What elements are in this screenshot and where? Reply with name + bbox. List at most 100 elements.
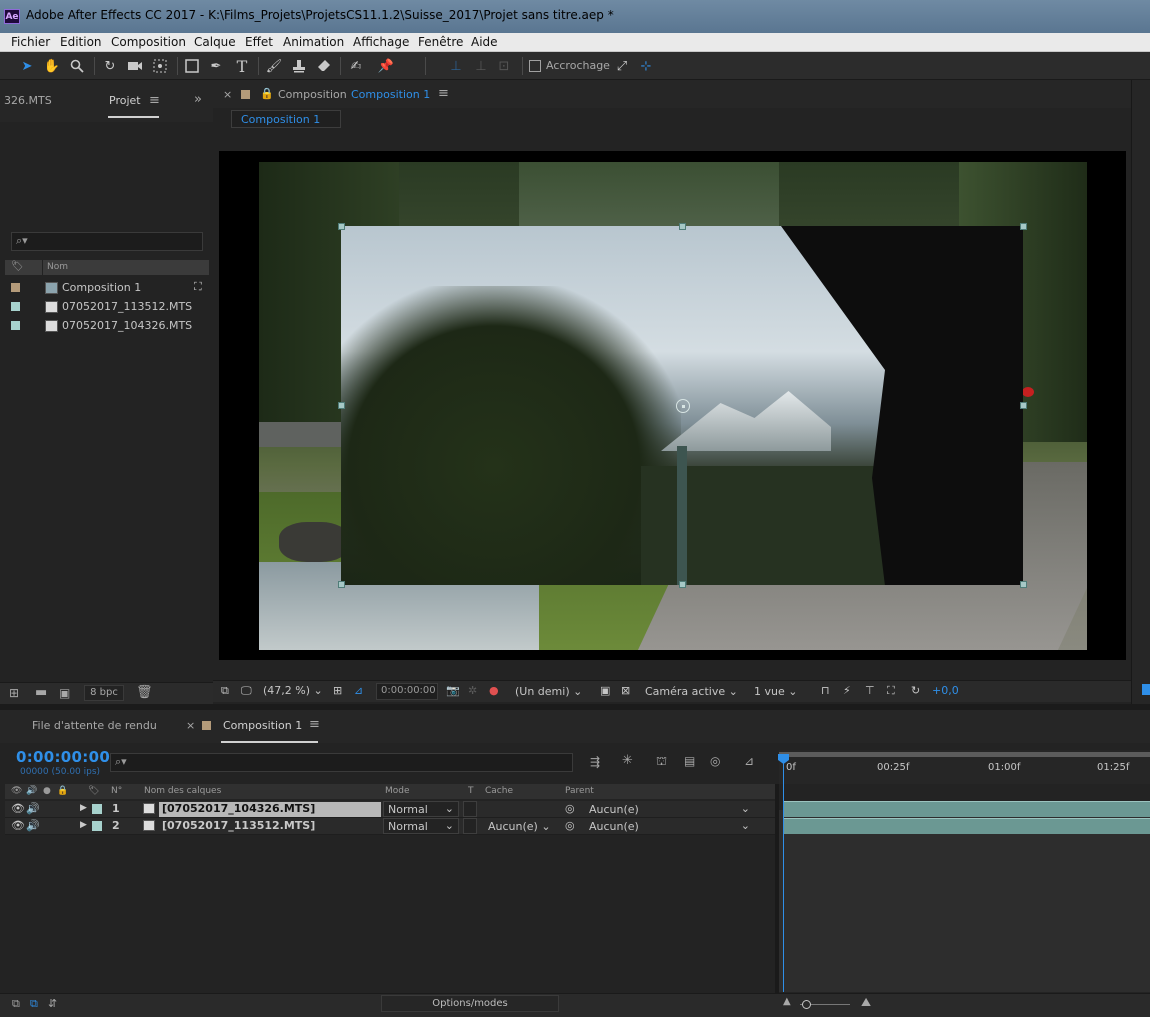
- video-switch-icon[interactable]: 👁: [11, 786, 22, 796]
- layer-label-swatch[interactable]: [92, 804, 102, 814]
- zoom-tool-icon[interactable]: [67, 56, 87, 76]
- views-dropdown[interactable]: 1 vue ⌄: [749, 683, 817, 700]
- world-axis-icon[interactable]: ⊥: [471, 56, 491, 76]
- toggle-pixel-icon[interactable]: ⊓: [821, 684, 830, 700]
- project-search-input[interactable]: ⌕▾: [11, 232, 203, 251]
- flowchart-icon[interactable]: ⛶: [194, 280, 202, 294]
- menu-composition[interactable]: Composition: [111, 35, 186, 49]
- preserve-transparency-checkbox[interactable]: [463, 818, 477, 834]
- rectangle-tool-icon[interactable]: [182, 56, 202, 76]
- menu-edition[interactable]: Edition: [60, 35, 102, 49]
- flowchart-icon[interactable]: ⛶: [887, 684, 895, 700]
- bit-depth-button[interactable]: 8 bpc: [84, 685, 124, 701]
- options-modes-toggle[interactable]: Options/modes: [381, 995, 559, 1012]
- transform-handle[interactable]: [338, 402, 345, 409]
- zoom-in-icon[interactable]: ⛰: [861, 995, 871, 1010]
- timeline-icon[interactable]: ⊤: [865, 684, 875, 700]
- interpret-footage-icon[interactable]: ⊞: [9, 686, 19, 700]
- label-column-icon[interactable]: 🏷: [88, 786, 99, 796]
- layer-duration-bar[interactable]: [784, 801, 1150, 817]
- layer-label-swatch[interactable]: [92, 821, 102, 831]
- parent-column-header[interactable]: Parent: [565, 786, 594, 796]
- motion-blur-icon[interactable]: ◎: [710, 754, 720, 768]
- preserve-transparency-checkbox[interactable]: [463, 801, 477, 817]
- resolution-dropdown[interactable]: (Un demi) ⌄: [510, 683, 588, 700]
- transfer-controls-icon[interactable]: ⧉: [30, 997, 38, 1011]
- composition-canvas[interactable]: [219, 151, 1126, 660]
- viewer-tab-composition[interactable]: Composition 1: [351, 88, 430, 101]
- close-tab-icon[interactable]: ×: [186, 719, 195, 732]
- video-eye-icon[interactable]: 👁: [11, 802, 25, 815]
- snapping-checkbox[interactable]: [529, 60, 541, 72]
- snap-options-icon[interactable]: ⤢: [612, 56, 632, 76]
- panel-indicator[interactable]: [1142, 684, 1150, 695]
- track-matte-dropdown[interactable]: Aucun(e) ⌄: [483, 818, 555, 834]
- region-of-interest-icon[interactable]: ▣: [600, 684, 610, 700]
- safe-areas-icon[interactable]: ⊞: [333, 684, 342, 700]
- text-tool-icon[interactable]: T: [232, 56, 252, 76]
- layer-switches-icon[interactable]: ⧉: [12, 997, 20, 1011]
- blend-mode-dropdown[interactable]: Normal ⌄: [383, 818, 459, 834]
- current-time-display[interactable]: 0:00:00:00: [16, 748, 110, 766]
- expand-panels-icon[interactable]: »: [194, 92, 202, 107]
- selection-tool-icon[interactable]: ➤: [17, 56, 37, 76]
- render-queue-tab[interactable]: File d'attente de rendu: [32, 719, 157, 732]
- exposure-value[interactable]: +0,0: [932, 684, 959, 700]
- menu-aide[interactable]: Aide: [471, 35, 498, 49]
- transparency-grid-icon[interactable]: ⊠: [621, 684, 630, 700]
- monitor-icon[interactable]: 🖵: [241, 684, 252, 700]
- menu-animation[interactable]: Animation: [283, 35, 344, 49]
- in-out-icon[interactable]: ⇵: [48, 997, 57, 1010]
- project-item-footage[interactable]: 07052017_113512.MTS: [0, 298, 213, 316]
- snap-features-icon[interactable]: ⊹: [636, 56, 656, 76]
- draft-3d-icon[interactable]: ✳: [622, 753, 633, 768]
- pen-tool-icon[interactable]: ✒: [206, 56, 226, 76]
- pickwhip-icon[interactable]: ◎: [565, 802, 575, 815]
- menu-fichier[interactable]: Fichier: [11, 35, 50, 49]
- menu-effet[interactable]: Effet: [245, 35, 273, 49]
- layer-duration-bar[interactable]: [784, 818, 1150, 834]
- solo-switch-icon[interactable]: ●: [43, 786, 51, 796]
- view-axis-icon[interactable]: ⊡: [494, 56, 514, 76]
- viewer-timecode[interactable]: 0:00:00:00: [376, 683, 438, 700]
- new-composition-icon[interactable]: ▣: [59, 686, 70, 700]
- close-tab-icon[interactable]: ×: [223, 88, 232, 101]
- transform-handle[interactable]: [1020, 223, 1027, 230]
- parent-dropdown[interactable]: Aucun(e) ⌄: [584, 801, 755, 817]
- layer-search-input[interactable]: ⌕▾: [110, 753, 573, 772]
- reset-exposure-icon[interactable]: ↻: [911, 684, 920, 700]
- camera-dropdown[interactable]: Caméra active ⌄: [640, 683, 744, 700]
- color-channels-icon[interactable]: ●: [489, 684, 499, 700]
- name-column-header[interactable]: Nom: [47, 262, 68, 272]
- zoom-slider-thumb[interactable]: [802, 1000, 811, 1009]
- menu-calque[interactable]: Calque: [194, 35, 236, 49]
- zoom-dropdown[interactable]: (47,2 %) ⌄: [263, 684, 323, 700]
- transform-handle[interactable]: [1020, 402, 1027, 409]
- roto-brush-tool-icon[interactable]: ✍: [346, 56, 366, 76]
- shy-layers-icon[interactable]: ⛫: [656, 754, 667, 770]
- transform-handle[interactable]: [338, 581, 345, 588]
- layer-row[interactable]: 👁 🔊 ▶ 2 [07052017_113512.MTS] Normal ⌄ Au…: [5, 818, 775, 835]
- mode-column-header[interactable]: Mode: [385, 786, 410, 796]
- timeline-comp-tab[interactable]: Composition 1: [223, 719, 302, 732]
- footage-tab[interactable]: 326.MTS: [4, 94, 52, 107]
- current-time-indicator[interactable]: [783, 762, 784, 992]
- local-axis-icon[interactable]: ⊥: [446, 56, 466, 76]
- label-column-icon[interactable]: 🏷: [11, 261, 24, 272]
- audio-speaker-icon[interactable]: 🔊: [26, 819, 40, 832]
- mask-visibility-icon[interactable]: ⊿: [354, 684, 363, 700]
- fast-previews-icon[interactable]: ⚡: [843, 684, 851, 700]
- work-area-bar[interactable]: [779, 752, 1150, 757]
- rotation-tool-icon[interactable]: ↻: [100, 56, 120, 76]
- menu-fenetre[interactable]: Fenêtre: [418, 35, 463, 49]
- puppet-pin-tool-icon[interactable]: 📌: [376, 56, 396, 76]
- label-color-swatch[interactable]: [11, 302, 20, 311]
- trash-icon[interactable]: 🗑: [136, 685, 153, 700]
- always-preview-icon[interactable]: ⧉: [221, 684, 229, 700]
- graph-editor-icon[interactable]: ⊿: [744, 754, 754, 768]
- transform-handle[interactable]: [679, 223, 686, 230]
- panel-menu-icon[interactable]: ≡: [309, 717, 320, 732]
- camera-tool-icon[interactable]: [125, 56, 145, 76]
- hand-tool-icon[interactable]: ✋: [42, 56, 62, 76]
- blend-mode-dropdown[interactable]: Normal ⌄: [383, 801, 459, 817]
